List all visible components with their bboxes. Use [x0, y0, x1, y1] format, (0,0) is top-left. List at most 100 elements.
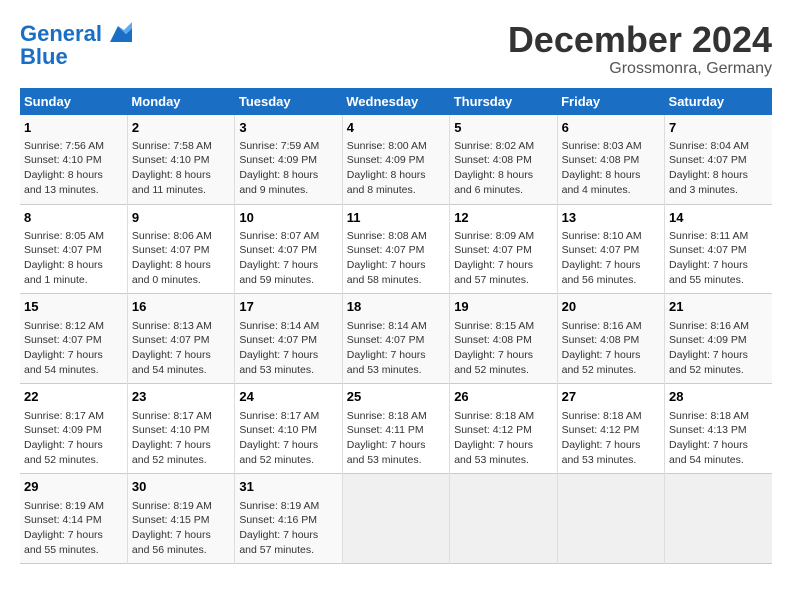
calendar-week-3: 15Sunrise: 8:12 AM Sunset: 4:07 PM Dayli…	[20, 294, 772, 384]
calendar-cell: 24 Sunrise: 8:17 AM Sunset: 4:10 PM Dayli…	[235, 384, 342, 474]
day-info: Sunrise: 7:59 AM Sunset: 4:09 PM Dayligh…	[239, 139, 337, 198]
day-info: Sunrise: 8:18 AM Sunset: 4:12 PM Dayligh…	[454, 409, 552, 468]
day-number: 11	[347, 209, 445, 227]
day-info: Sunrise: 8:17 AM Sunset: 4:09 PM Dayligh…	[24, 409, 123, 468]
day-info: Sunrise: 8:18 AM Sunset: 4:11 PM Dayligh…	[347, 409, 445, 468]
day-number: 23	[132, 388, 230, 406]
calendar-cell: 1 Sunrise: 7:56 AM Sunset: 4:10 PM Daylig…	[20, 115, 127, 204]
calendar-cell: 29 Sunrise: 8:19 AM Sunset: 4:14 PM Dayli…	[20, 474, 127, 564]
calendar-week-2: 8Sunrise: 8:05 AM Sunset: 4:07 PM Daylig…	[20, 204, 772, 294]
calendar-cell: 25 Sunrise: 8:18 AM Sunset: 4:11 PM Dayli…	[342, 384, 449, 474]
day-number: 7	[669, 119, 768, 137]
day-number: 21	[669, 298, 768, 316]
calendar-cell: 31 Sunrise: 8:19 AM Sunset: 4:16 PM Dayli…	[235, 474, 342, 564]
day-info: Sunrise: 8:07 AM Sunset: 4:07 PM Dayligh…	[239, 229, 337, 288]
calendar-week-1: 1 Sunrise: 7:56 AM Sunset: 4:10 PM Daylig…	[20, 115, 772, 204]
logo: General Blue	[20, 20, 132, 70]
day-number: 28	[669, 388, 768, 406]
day-info: Sunrise: 8:08 AM Sunset: 4:07 PM Dayligh…	[347, 229, 445, 288]
day-number: 19	[454, 298, 552, 316]
day-number: 2	[132, 119, 230, 137]
day-number: 13	[562, 209, 660, 227]
day-number: 27	[562, 388, 660, 406]
day-number: 29	[24, 478, 123, 496]
calendar-cell: 10 Sunrise: 8:07 AM Sunset: 4:07 PM Dayli…	[235, 204, 342, 294]
calendar-cell: 22 Sunrise: 8:17 AM Sunset: 4:09 PM Dayli…	[20, 384, 127, 474]
day-number: 18	[347, 298, 445, 316]
day-info: Sunrise: 8:14 AM Sunset: 4:07 PM Dayligh…	[239, 319, 337, 378]
calendar-cell: 27Sunrise: 8:18 AM Sunset: 4:12 PM Dayli…	[557, 384, 664, 474]
day-info: Sunrise: 8:14 AM Sunset: 4:07 PM Dayligh…	[347, 319, 445, 378]
calendar-cell	[450, 474, 557, 564]
day-info: Sunrise: 8:10 AM Sunset: 4:07 PM Dayligh…	[562, 229, 660, 288]
calendar-cell: 15Sunrise: 8:12 AM Sunset: 4:07 PM Dayli…	[20, 294, 127, 384]
day-info: Sunrise: 8:19 AM Sunset: 4:15 PM Dayligh…	[132, 499, 230, 558]
calendar-header: SundayMondayTuesdayWednesdayThursdayFrid…	[20, 88, 772, 115]
calendar-cell: 7 Sunrise: 8:04 AM Sunset: 4:07 PM Daylig…	[665, 115, 772, 204]
calendar-cell: 2 Sunrise: 7:58 AM Sunset: 4:10 PM Daylig…	[127, 115, 234, 204]
day-info: Sunrise: 7:58 AM Sunset: 4:10 PM Dayligh…	[132, 139, 230, 198]
weekday-header-saturday: Saturday	[665, 88, 772, 115]
weekday-header-monday: Monday	[127, 88, 234, 115]
calendar-cell: 9 Sunrise: 8:06 AM Sunset: 4:07 PM Daylig…	[127, 204, 234, 294]
weekday-header-thursday: Thursday	[450, 88, 557, 115]
day-info: Sunrise: 8:04 AM Sunset: 4:07 PM Dayligh…	[669, 139, 768, 198]
day-number: 15	[24, 298, 123, 316]
day-info: Sunrise: 7:56 AM Sunset: 4:10 PM Dayligh…	[24, 139, 123, 198]
calendar-cell: 11 Sunrise: 8:08 AM Sunset: 4:07 PM Dayli…	[342, 204, 449, 294]
weekday-header-tuesday: Tuesday	[235, 88, 342, 115]
day-number: 9	[132, 209, 230, 227]
day-info: Sunrise: 8:11 AM Sunset: 4:07 PM Dayligh…	[669, 229, 768, 288]
day-info: Sunrise: 8:15 AM Sunset: 4:08 PM Dayligh…	[454, 319, 552, 378]
calendar-cell: 28 Sunrise: 8:18 AM Sunset: 4:13 PM Dayli…	[665, 384, 772, 474]
weekday-header-friday: Friday	[557, 88, 664, 115]
day-number: 4	[347, 119, 445, 137]
day-number: 10	[239, 209, 337, 227]
day-number: 14	[669, 209, 768, 227]
calendar-cell	[342, 474, 449, 564]
calendar-cell: 13 Sunrise: 8:10 AM Sunset: 4:07 PM Dayli…	[557, 204, 664, 294]
weekday-header-wednesday: Wednesday	[342, 88, 449, 115]
day-number: 22	[24, 388, 123, 406]
day-number: 25	[347, 388, 445, 406]
calendar-cell: 20 Sunrise: 8:16 AM Sunset: 4:08 PM Dayli…	[557, 294, 664, 384]
calendar-cell: 18 Sunrise: 8:14 AM Sunset: 4:07 PM Dayli…	[342, 294, 449, 384]
page-header: General Blue December 2024 Grossmonra, G…	[20, 20, 772, 78]
day-info: Sunrise: 8:06 AM Sunset: 4:07 PM Dayligh…	[132, 229, 230, 288]
day-number: 26	[454, 388, 552, 406]
day-number: 6	[562, 119, 660, 137]
day-info: Sunrise: 8:17 AM Sunset: 4:10 PM Dayligh…	[132, 409, 230, 468]
calendar-cell	[665, 474, 772, 564]
day-info: Sunrise: 8:19 AM Sunset: 4:14 PM Dayligh…	[24, 499, 123, 558]
day-info: Sunrise: 8:16 AM Sunset: 4:08 PM Dayligh…	[562, 319, 660, 378]
day-info: Sunrise: 8:00 AM Sunset: 4:09 PM Dayligh…	[347, 139, 445, 198]
day-info: Sunrise: 8:13 AM Sunset: 4:07 PM Dayligh…	[132, 319, 230, 378]
calendar-cell: 23 Sunrise: 8:17 AM Sunset: 4:10 PM Dayli…	[127, 384, 234, 474]
day-number: 24	[239, 388, 337, 406]
day-info: Sunrise: 8:18 AM Sunset: 4:13 PM Dayligh…	[669, 409, 768, 468]
weekday-row: SundayMondayTuesdayWednesdayThursdayFrid…	[20, 88, 772, 115]
calendar-cell: 6Sunrise: 8:03 AM Sunset: 4:08 PM Daylig…	[557, 115, 664, 204]
day-info: Sunrise: 8:19 AM Sunset: 4:16 PM Dayligh…	[239, 499, 337, 558]
calendar-cell: 8Sunrise: 8:05 AM Sunset: 4:07 PM Daylig…	[20, 204, 127, 294]
calendar-cell	[557, 474, 664, 564]
day-number: 31	[239, 478, 337, 496]
day-number: 3	[239, 119, 337, 137]
calendar-cell: 14 Sunrise: 8:11 AM Sunset: 4:07 PM Dayli…	[665, 204, 772, 294]
day-number: 16	[132, 298, 230, 316]
day-number: 12	[454, 209, 552, 227]
calendar-body: 1 Sunrise: 7:56 AM Sunset: 4:10 PM Daylig…	[20, 115, 772, 564]
day-info: Sunrise: 8:16 AM Sunset: 4:09 PM Dayligh…	[669, 319, 768, 378]
calendar-week-4: 22 Sunrise: 8:17 AM Sunset: 4:09 PM Dayli…	[20, 384, 772, 474]
calendar-cell: 16 Sunrise: 8:13 AM Sunset: 4:07 PM Dayli…	[127, 294, 234, 384]
day-info: Sunrise: 8:09 AM Sunset: 4:07 PM Dayligh…	[454, 229, 552, 288]
day-number: 17	[239, 298, 337, 316]
calendar-cell: 12 Sunrise: 8:09 AM Sunset: 4:07 PM Dayli…	[450, 204, 557, 294]
calendar-cell: 30 Sunrise: 8:19 AM Sunset: 4:15 PM Dayli…	[127, 474, 234, 564]
day-number: 1	[24, 119, 123, 137]
day-number: 20	[562, 298, 660, 316]
day-number: 30	[132, 478, 230, 496]
calendar-cell: 4 Sunrise: 8:00 AM Sunset: 4:09 PM Daylig…	[342, 115, 449, 204]
day-info: Sunrise: 8:02 AM Sunset: 4:08 PM Dayligh…	[454, 139, 552, 198]
day-info: Sunrise: 8:17 AM Sunset: 4:10 PM Dayligh…	[239, 409, 337, 468]
